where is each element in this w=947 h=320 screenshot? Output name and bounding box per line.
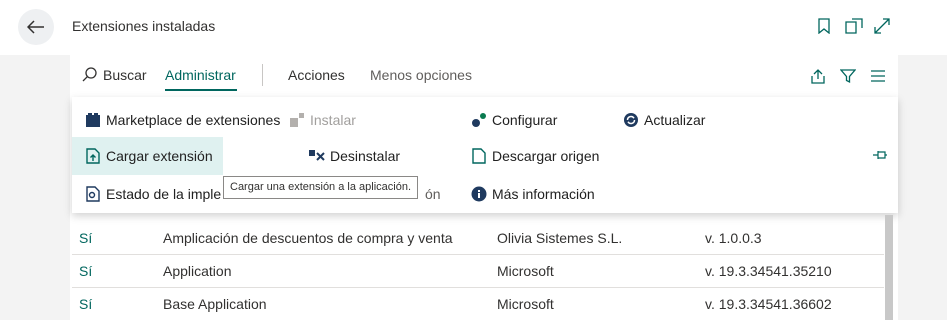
name-cell: Amplicación de descuentos de compra y ve… (163, 230, 453, 246)
publisher-cell: Olivia Sistemes S.L. (497, 230, 623, 246)
version-cell: v. 19.3.34541.36602 (705, 296, 832, 312)
menu-item-descargar-origen[interactable]: Descargar origen (470, 137, 599, 175)
menu-item-label: Instalar (310, 112, 356, 128)
back-arrow-icon (27, 20, 44, 34)
upload-file-icon (84, 147, 102, 165)
search-label: Buscar (103, 67, 147, 83)
list-view-icon[interactable] (870, 68, 886, 89)
vertical-scrollbar[interactable] (885, 215, 893, 320)
menu-item-instalar[interactable]: Instalar (288, 101, 356, 139)
refresh-icon (622, 111, 640, 129)
tab-administrar[interactable]: Administrar (165, 67, 236, 83)
table-row[interactable]: Sí Base Application Microsoft v. 19.3.34… (72, 288, 884, 320)
uninstall-icon (308, 147, 326, 165)
publisher-cell: Microsoft (497, 263, 554, 279)
search-button[interactable]: Buscar (82, 67, 147, 85)
bookmark-icon[interactable] (814, 16, 834, 36)
tab-acciones[interactable]: Acciones (288, 67, 345, 83)
expand-icon[interactable] (872, 16, 892, 36)
open-new-window-icon[interactable] (844, 16, 864, 36)
filter-icon[interactable] (839, 68, 857, 89)
tooltip: Cargar una extensión a la aplicación. (223, 176, 419, 199)
marketplace-icon (84, 111, 102, 129)
menu-item-mas-informacion[interactable]: Más información (470, 175, 595, 213)
installed-cell[interactable]: Sí (79, 296, 92, 312)
menu-item-label: Actualizar (644, 112, 706, 128)
name-cell: Base Application (163, 296, 267, 312)
download-source-icon (470, 147, 488, 165)
action-bar: Buscar Administrar Acciones Menos opcion… (70, 58, 898, 94)
name-cell: Application (163, 263, 232, 279)
configure-icon (470, 111, 488, 129)
installed-cell[interactable]: Sí (79, 230, 92, 246)
menu-item-label: Descargar origen (492, 148, 600, 164)
menu-item-configurar[interactable]: Configurar (470, 101, 557, 139)
tab-divider (262, 64, 263, 86)
menu-item-label: Estado de la imple (106, 186, 222, 202)
version-cell: v. 1.0.0.3 (705, 230, 762, 246)
active-tab-indicator (165, 89, 237, 91)
back-button[interactable] (18, 9, 54, 45)
menu-item-label: Más información (492, 186, 595, 202)
menu-item-label: Configurar (492, 112, 558, 128)
search-icon (82, 67, 97, 85)
pin-icon[interactable] (872, 148, 888, 166)
menu-item-estado-implementacion[interactable]: Estado de la imple (84, 175, 221, 213)
menu-item-hidden-suffix[interactable]: ón (425, 175, 441, 213)
installed-cell[interactable]: Sí (79, 263, 92, 279)
version-cell: v. 19.3.34541.35210 (705, 263, 832, 279)
page-title: Extensiones instaladas (72, 18, 216, 34)
menu-item-desinstalar[interactable]: Desinstalar (308, 137, 400, 175)
menu-item-actualizar[interactable]: Actualizar (622, 101, 705, 139)
less-options-button[interactable]: Menos opciones (370, 67, 472, 83)
install-icon (288, 111, 306, 129)
menu-item-cargar[interactable]: Cargar extensión (72, 137, 223, 175)
menu-item-label: Desinstalar (330, 148, 401, 164)
menu-item-marketplace[interactable]: Marketplace de extensiones (84, 101, 280, 139)
menu-item-label: Cargar extensión (106, 148, 213, 164)
deployment-status-icon (84, 185, 102, 203)
info-icon (470, 185, 488, 203)
table-row[interactable]: Sí Amplicación de descuentos de compra y… (72, 222, 884, 255)
publisher-cell: Microsoft (497, 296, 554, 312)
table-row[interactable]: Sí Application Microsoft v. 19.3.34541.3… (72, 255, 884, 288)
menu-item-label: Marketplace de extensiones (106, 112, 281, 128)
administrar-menu: Marketplace de extensiones Instalar Conf… (72, 97, 898, 213)
share-icon[interactable] (810, 68, 826, 89)
